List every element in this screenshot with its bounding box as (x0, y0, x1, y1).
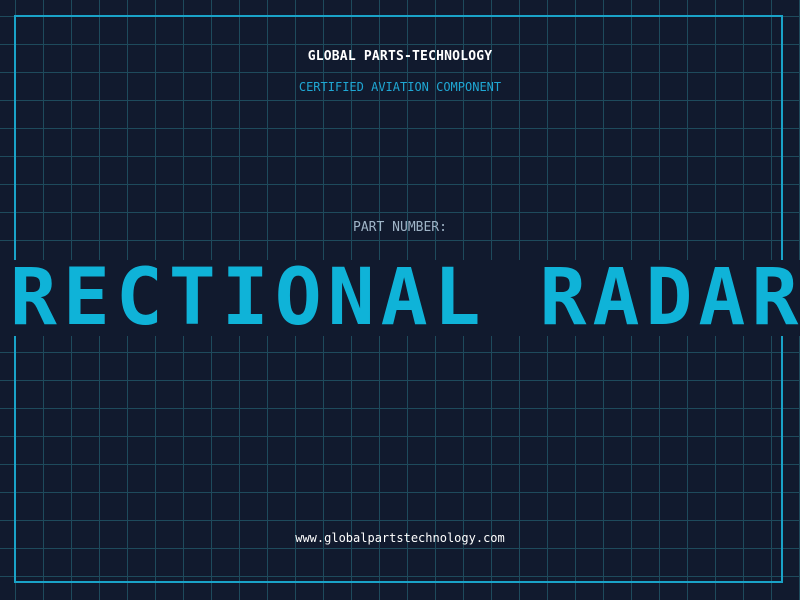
part-number-label: PART NUMBER: (353, 220, 447, 235)
company-name: GLOBAL PARTS-TECHNOLOGY (307, 49, 493, 64)
certificate-page: GLOBAL PARTS-TECHNOLOGY CERTIFIED AVIATI… (0, 0, 800, 600)
part-number-value: DIRECTIONAL RADAR SYSTEM (0, 260, 800, 336)
part-number-band: DIRECTIONAL RADAR SYSTEM (0, 260, 800, 336)
certification-subtitle: CERTIFIED AVIATION COMPONENT (298, 80, 502, 94)
website-url: www.globalpartstechnology.com (295, 531, 505, 545)
